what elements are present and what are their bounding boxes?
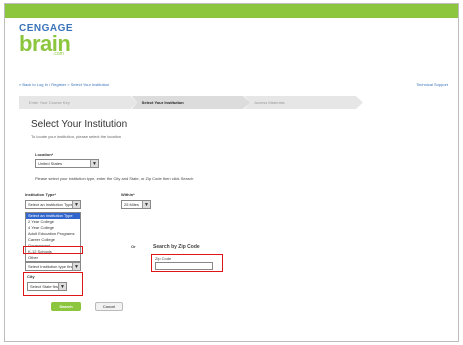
- cengage-brain-logo[interactable]: CENGAGE brain .com: [19, 24, 73, 57]
- search-button[interactable]: Search: [51, 302, 81, 311]
- instruction-text: Please select your institution type, ent…: [35, 176, 194, 181]
- institution-type-dropdown-list[interactable]: Select an Institution Type 2 Year Colleg…: [25, 212, 81, 262]
- city-select-value: Select State first: [30, 284, 60, 289]
- logo-main-text: brain: [19, 31, 71, 56]
- institution-type-select[interactable]: Select an Institution Type ▼: [25, 200, 81, 209]
- zip-section-heading: Search by Zip Code: [153, 244, 200, 250]
- or-separator: Or: [131, 244, 136, 249]
- dropdown-option[interactable]: Other: [26, 255, 80, 261]
- k12-option-highlight: [23, 246, 83, 254]
- within-select-value: 25 Miles: [124, 202, 139, 207]
- top-brand-bar: [5, 4, 458, 18]
- breadcrumb[interactable]: « Back to Log In / Register > Select You…: [19, 82, 109, 87]
- city-label: City: [27, 274, 35, 279]
- institution-type-select-value: Select an Institution Type: [28, 202, 73, 207]
- step-enter-course-key: Enter Your Course Key: [19, 96, 138, 109]
- location-select-value: United States: [38, 161, 63, 166]
- technical-support-link[interactable]: Technical Support: [416, 82, 448, 87]
- within-label: Within*: [121, 192, 135, 197]
- chevron-down-icon: ▼: [72, 201, 80, 208]
- step-access-materials: Access Materials: [244, 96, 364, 109]
- within-select[interactable]: 25 Miles ▼: [121, 200, 151, 209]
- step-select-institution: Select Your Institution: [131, 96, 251, 109]
- state-select-value: Select Institution type first: [28, 264, 74, 269]
- browser-frame: CENGAGE brain .com « Back to Log In / Re…: [4, 3, 459, 342]
- page-subtitle: To locate your institution, please selec…: [31, 134, 122, 139]
- institution-type-label: Institution Type*: [25, 192, 57, 197]
- chevron-down-icon: ▼: [142, 201, 150, 208]
- zip-code-label: Zip Code: [155, 256, 172, 261]
- city-select[interactable]: Select State first ▼: [27, 282, 67, 291]
- chevron-down-icon: ▼: [90, 160, 98, 167]
- zip-code-input[interactable]: [155, 262, 213, 270]
- location-select[interactable]: United States ▼: [35, 159, 99, 168]
- chevron-down-icon: ▼: [72, 263, 80, 270]
- cancel-button[interactable]: Cancel: [95, 302, 123, 311]
- progress-steps: Enter Your Course Key Select Your Instit…: [19, 96, 364, 109]
- page-title: Select Your Institution: [31, 119, 128, 130]
- location-label: Location*: [35, 152, 54, 157]
- chevron-down-icon: ▼: [58, 283, 66, 290]
- state-select[interactable]: Select Institution type first ▼: [25, 262, 81, 271]
